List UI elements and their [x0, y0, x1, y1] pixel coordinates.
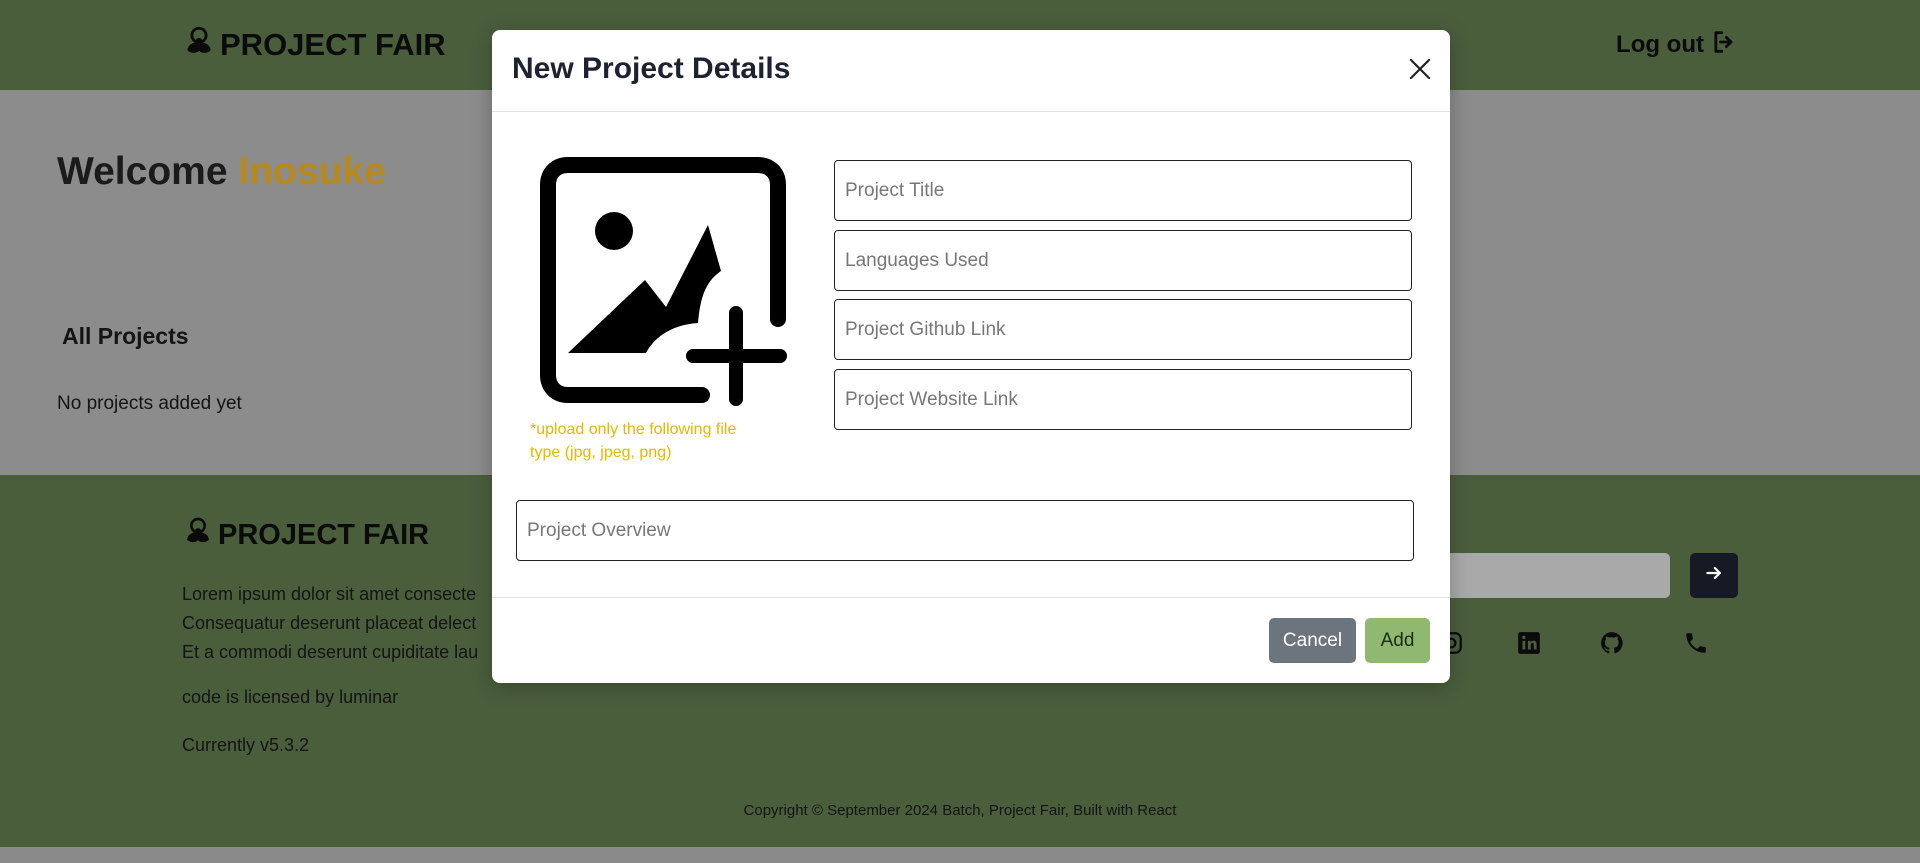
- username: Inosuke: [238, 150, 386, 193]
- version-text: Currently v5.3.2: [182, 735, 310, 755]
- footer-description-line: Lorem ipsum dolor sit amet consecte: [182, 584, 477, 604]
- github-link[interactable]: [1597, 630, 1627, 660]
- page-root: PROJECT FAIR Log out Welcome Inosuke All…: [0, 0, 1920, 863]
- new-project-modal: New Project Details *upload only the fol…: [492, 30, 1450, 683]
- github-icon: [1599, 630, 1625, 661]
- cancel-button[interactable]: Cancel: [1269, 618, 1356, 663]
- languages-used-input[interactable]: [834, 230, 1412, 291]
- biohazard-icon: [182, 24, 216, 66]
- project-overview-input[interactable]: [516, 500, 1414, 561]
- page-bottom-strip: [0, 847, 1920, 863]
- copyright-text: Copyright © September 2024 Batch, Projec…: [743, 802, 1177, 819]
- phone-link[interactable]: [1681, 630, 1711, 660]
- modal-header: New Project Details: [492, 30, 1450, 112]
- linkedin-icon: [1516, 630, 1542, 661]
- welcome-prefix: Welcome: [57, 150, 239, 193]
- footer-description-line: Consequatur deserunt placeat delect: [182, 613, 477, 633]
- footer-description: Lorem ipsum dolor sit amet consecte Cons…: [182, 580, 492, 667]
- navbar-brand[interactable]: PROJECT FAIR: [182, 24, 446, 66]
- footer-brand-text: PROJECT FAIR: [218, 518, 430, 551]
- arrow-right-icon: [1704, 563, 1724, 588]
- project-image-upload[interactable]: [528, 145, 802, 419]
- project-title-input[interactable]: [834, 160, 1412, 221]
- biohazard-icon: [182, 515, 214, 555]
- newsletter-submit-button[interactable]: [1690, 553, 1738, 598]
- phone-icon: [1683, 630, 1709, 661]
- welcome-heading: Welcome Inosuke: [57, 150, 386, 194]
- close-icon: [1408, 58, 1432, 84]
- logout-icon: [1710, 28, 1738, 63]
- logout-button[interactable]: Log out: [1616, 28, 1738, 63]
- all-projects-heading: All Projects: [62, 323, 189, 349]
- navbar-brand-text: PROJECT FAIR: [220, 27, 446, 62]
- footer-description-line: Et a commodi deserunt cupiditate lau: [182, 642, 479, 662]
- footer-brand[interactable]: PROJECT FAIR: [182, 515, 429, 555]
- logout-label: Log out: [1616, 31, 1704, 58]
- license-text: code is licensed by luminar: [182, 687, 399, 707]
- add-project-button[interactable]: Add: [1365, 618, 1430, 663]
- project-website-link-input[interactable]: [834, 369, 1412, 430]
- linkedin-link[interactable]: [1514, 630, 1544, 660]
- modal-footer: Cancel Add: [492, 597, 1450, 683]
- empty-projects-message: No projects added yet: [57, 393, 242, 414]
- project-github-link-input[interactable]: [834, 299, 1412, 360]
- newsletter-email-input[interactable]: [1440, 553, 1670, 598]
- modal-title: New Project Details: [512, 52, 791, 85]
- upload-file-type-note: *upload only the following file type (jp…: [530, 421, 737, 461]
- modal-close-button[interactable]: [1406, 56, 1434, 84]
